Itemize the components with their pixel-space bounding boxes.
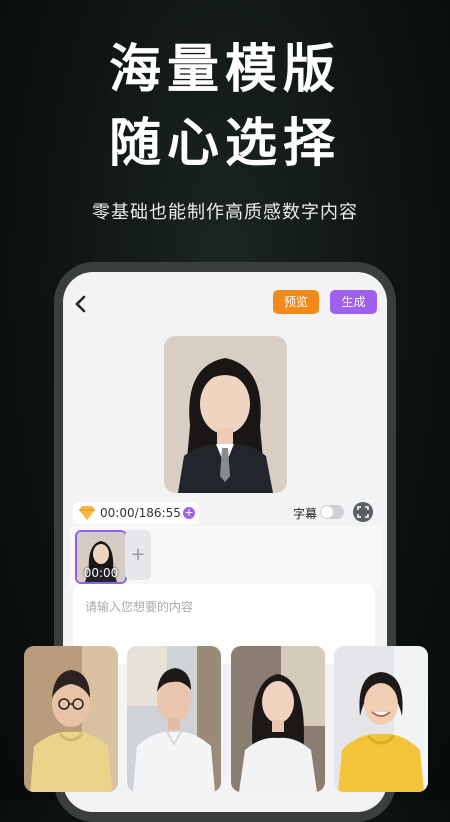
generate-button[interactable]: 生成 [330, 290, 377, 314]
template-cards-row [0, 646, 450, 796]
clip-thumbnail[interactable]: 00:00 [75, 530, 127, 584]
template-card-4[interactable] [334, 646, 428, 792]
template-card-3[interactable] [231, 646, 325, 792]
add-clip-button[interactable]: + [125, 530, 151, 580]
template-card-1[interactable] [24, 646, 118, 792]
back-arrow-icon[interactable] [69, 292, 93, 316]
subtitle-label: 字幕 [293, 507, 318, 521]
digital-avatar-preview [164, 336, 287, 493]
clip-duration: 00:00 [83, 566, 119, 580]
subtitle-toggle[interactable] [320, 505, 344, 519]
fullscreen-icon[interactable] [353, 502, 373, 522]
diamond-icon [79, 506, 95, 520]
content-input-placeholder: 请输入您想要的内容 [85, 600, 194, 614]
preview-button[interactable]: 预览 [273, 290, 319, 314]
template-card-2[interactable] [127, 646, 221, 792]
headline-line-1: 海量模版 [108, 40, 341, 100]
add-duration-icon[interactable]: + [183, 507, 195, 519]
duration-text: 00:00/186:55 [100, 506, 181, 520]
duration-bar: 00:00/186:55 + [73, 502, 199, 524]
headline-line-2: 随心选择 [108, 114, 341, 174]
subheadline: 零基础也能制作高质感数字内容 [92, 202, 358, 223]
